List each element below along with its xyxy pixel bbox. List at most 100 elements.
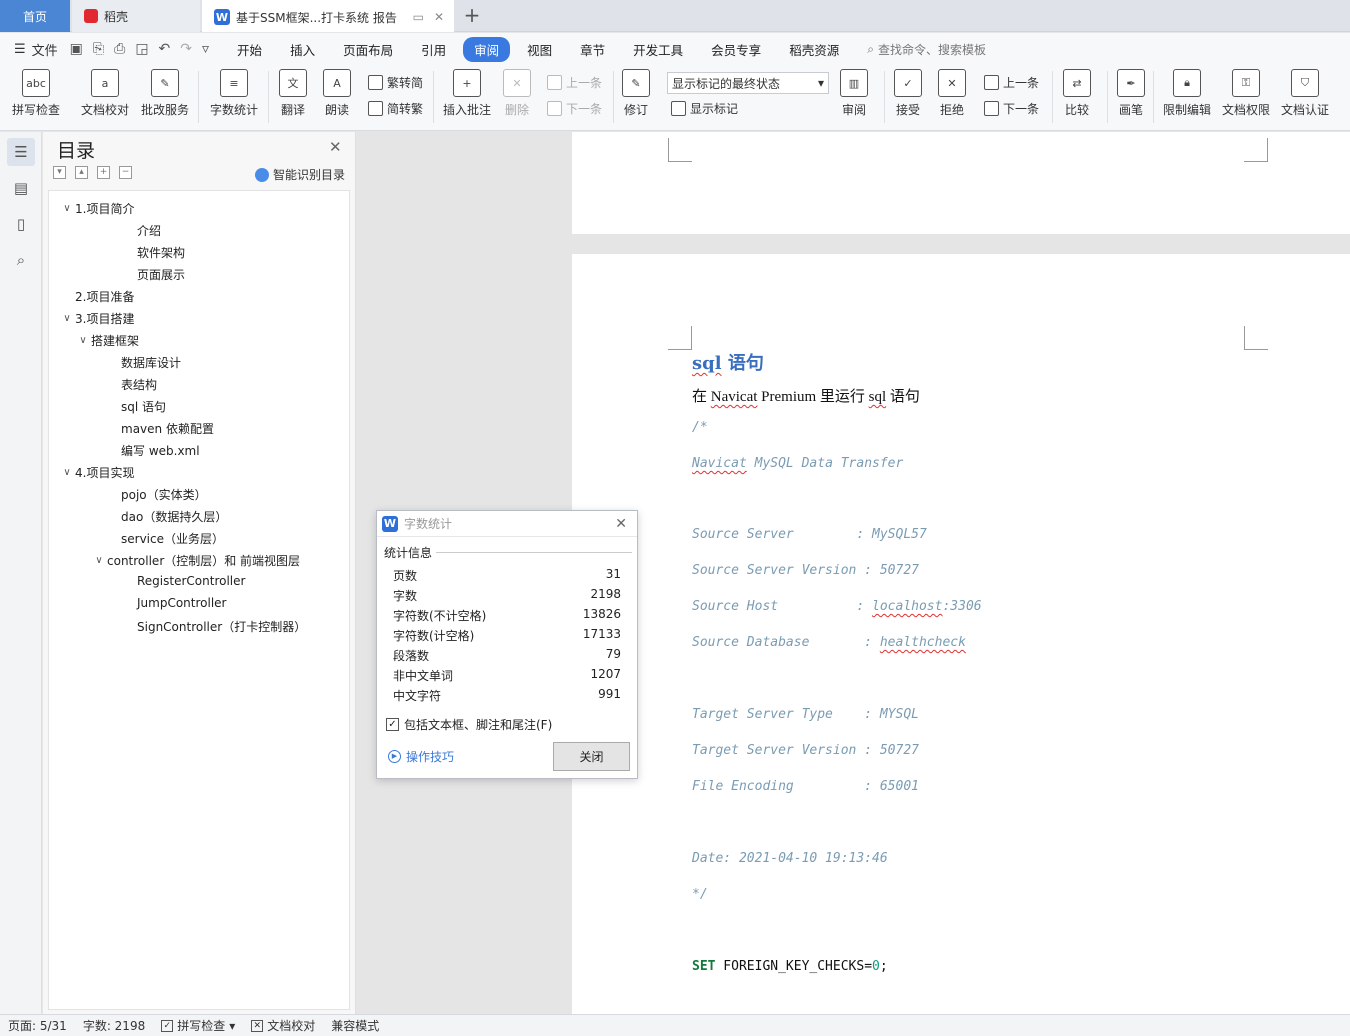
remove-heading-icon[interactable]: − [119, 166, 132, 179]
toc-item[interactable]: ∨ 搭建框架 [75, 332, 139, 349]
customize-chevron-icon[interactable]: ▿ [202, 41, 209, 57]
compare-button[interactable]: ⇄ 比较 [1063, 69, 1091, 118]
toc-item[interactable]: ∨ controller（控制层）和 前端视图层 [91, 552, 300, 569]
include-textbox-checkbox[interactable]: ✓ 包括文本框、脚注和尾注(F) [386, 716, 552, 733]
document-page-current[interactable]: sql 语句 在 Navicat Premium 里运行 sql 语句 /* N… [572, 254, 1350, 1014]
redo-icon[interactable]: ↷ [180, 41, 192, 57]
word-count-button[interactable]: ≡ 字数统计 [210, 69, 258, 118]
chapter-nav-button[interactable]: ▤ [7, 174, 35, 202]
save-icon[interactable]: ▣ [70, 41, 83, 57]
find-nav-button[interactable]: ⌕ [7, 246, 35, 274]
doc-rights-button[interactable]: ⚿ 文档权限 [1222, 69, 1270, 118]
tab-home[interactable]: 首页 [0, 0, 70, 32]
chevron-down-icon[interactable]: ∨ [91, 555, 107, 566]
insert-comment-button[interactable]: + 插入批注 [443, 69, 491, 118]
chapter-icon: ▤ [13, 179, 29, 197]
toc-close-icon[interactable]: ✕ [329, 138, 342, 156]
toc-item[interactable]: 介绍 [121, 222, 161, 239]
command-search[interactable]: ⌕ 查找命令、搜索模板 [867, 41, 986, 58]
next-change-button[interactable]: 下一条 [984, 100, 1039, 117]
file-menu[interactable]: ☰ 文件 [0, 40, 70, 59]
toc-item[interactable]: dao（数据持久层） [105, 508, 227, 525]
chevron-down-icon[interactable]: ∨ [75, 335, 91, 346]
chevron-down-icon[interactable]: ∨ [59, 203, 75, 214]
accept-button[interactable]: ✓ 接受 [894, 69, 922, 118]
revise-service-button[interactable]: ✎ 批改服务 [141, 69, 189, 118]
delete-comment-button[interactable]: ✕ 删除 [503, 69, 531, 118]
print-icon[interactable]: ⎙ [114, 41, 125, 57]
collapse-all-icon[interactable]: ▴ [75, 166, 88, 179]
menu-chapter[interactable]: 章节 [569, 37, 616, 62]
toc-item[interactable]: ∨ 1.项目简介 [59, 200, 134, 217]
menu-daoke-resources[interactable]: 稻壳资源 [778, 37, 850, 62]
code-source-db: Source Database : healthcheck [692, 635, 966, 650]
track-changes-button[interactable]: ✎ 修订 [622, 69, 650, 118]
toc-item[interactable]: sql 语句 [105, 398, 166, 415]
print-preview-icon[interactable]: ◲ [135, 41, 148, 57]
doc-proof-button[interactable]: a 文档校对 [81, 69, 129, 118]
trad-to-simp-button[interactable]: 繁转简 [368, 74, 423, 91]
tips-link[interactable]: ▶ 操作技巧 [388, 748, 454, 765]
search-icon: ⌕ [867, 41, 874, 56]
menu-developer[interactable]: 开发工具 [622, 37, 694, 62]
markup-display-select[interactable]: 显示标记的最终状态 ▾ [667, 72, 829, 94]
menu-member[interactable]: 会员专享 [700, 37, 772, 62]
bookmark-nav-button[interactable]: ▯ [7, 210, 35, 238]
menu-page-layout[interactable]: 页面布局 [332, 37, 404, 62]
menu-references[interactable]: 引用 [410, 37, 457, 62]
page-indicator[interactable]: 页面: 5/31 [0, 1017, 75, 1034]
tab-daoke[interactable]: 稻壳 [72, 0, 200, 32]
show-markup-button[interactable]: 显示标记 [671, 100, 738, 117]
prev-change-button[interactable]: 上一条 [984, 74, 1039, 91]
status-spell-check[interactable]: ✓ 拼写检查 ▾ [153, 1017, 243, 1034]
export-pdf-icon[interactable]: ⎘ [93, 41, 104, 57]
pin-tab-icon[interactable]: ▭ [413, 10, 424, 24]
toc-nav-button[interactable]: ☰ [7, 138, 35, 166]
spell-check-button[interactable]: abc 拼写检查 [12, 69, 60, 118]
restrict-edit-button[interactable]: 🔒︎ 限制编辑 [1163, 69, 1211, 118]
next-comment-button[interactable]: 下一条 [547, 100, 602, 117]
expand-all-icon[interactable]: ▾ [53, 166, 66, 179]
toc-item[interactable]: service（业务层） [105, 530, 224, 547]
menu-review[interactable]: 审阅 [463, 36, 511, 62]
simp-to-trad-button[interactable]: 简转繁 [368, 100, 423, 117]
reject-button[interactable]: ✕ 拒绝 [938, 69, 966, 118]
toc-item[interactable]: 页面展示 [121, 266, 185, 283]
undo-icon[interactable]: ↶ [159, 41, 171, 57]
tab-document[interactable]: W 基于SSM框架...打卡系统 报告 ▭ ✕ [202, 0, 454, 32]
menu-home[interactable]: 开始 [226, 37, 273, 62]
word-count-indicator[interactable]: 字数: 2198 [75, 1017, 153, 1034]
prev-comment-button[interactable]: 上一条 [547, 74, 602, 91]
toc-item[interactable]: 编写 web.xml [105, 442, 200, 459]
toc-item[interactable]: 数据库设计 [105, 354, 181, 371]
status-doc-proof[interactable]: ✕ 文档校对 [243, 1017, 323, 1034]
close-tab-icon[interactable]: ✕ [434, 10, 444, 24]
toc-item[interactable]: JumpController [121, 596, 226, 610]
toc-item[interactable]: 软件架构 [121, 244, 185, 261]
toc-item[interactable]: ∨ 3.项目搭建 [59, 310, 134, 327]
dialog-close-icon[interactable]: ✕ [615, 516, 637, 532]
add-heading-icon[interactable]: + [97, 166, 110, 179]
menu-view[interactable]: 视图 [516, 37, 563, 62]
read-aloud-button[interactable]: A 朗读 [323, 69, 351, 118]
chevron-down-icon[interactable]: ∨ [59, 467, 75, 478]
translate-button[interactable]: 文翻译 [279, 69, 307, 118]
dialog-titlebar[interactable]: W 字数统计 ✕ [377, 511, 637, 537]
toc-item[interactable]: RegisterController [121, 574, 245, 588]
menu-insert[interactable]: 插入 [279, 37, 326, 62]
toc-item[interactable]: maven 依赖配置 [105, 420, 214, 437]
code-source-host: Source Host : localhost:3306 [692, 599, 982, 614]
toc-item[interactable]: 表结构 [105, 376, 157, 393]
toc-item[interactable]: SignController（打卡控制器） [121, 618, 306, 635]
review-pane-button[interactable]: ▥ 审阅 [840, 69, 868, 118]
toc-item[interactable]: pojo（实体类） [105, 486, 207, 503]
smart-toc-button[interactable]: 智能识别目录 [255, 166, 345, 183]
dialog-close-button[interactable]: 关闭 [553, 742, 630, 771]
toc-item[interactable]: 2.项目准备 [59, 288, 134, 305]
new-tab-button[interactable]: + [460, 4, 484, 28]
doc-auth-button[interactable]: ⛉ 文档认证 [1281, 69, 1329, 118]
chevron-down-icon[interactable]: ∨ [59, 313, 75, 324]
pen-button[interactable]: ✒ 画笔 [1117, 69, 1145, 118]
toc-item[interactable]: ∨ 4.项目实现 [59, 464, 134, 481]
track-changes-icon: ✎ [622, 69, 650, 97]
